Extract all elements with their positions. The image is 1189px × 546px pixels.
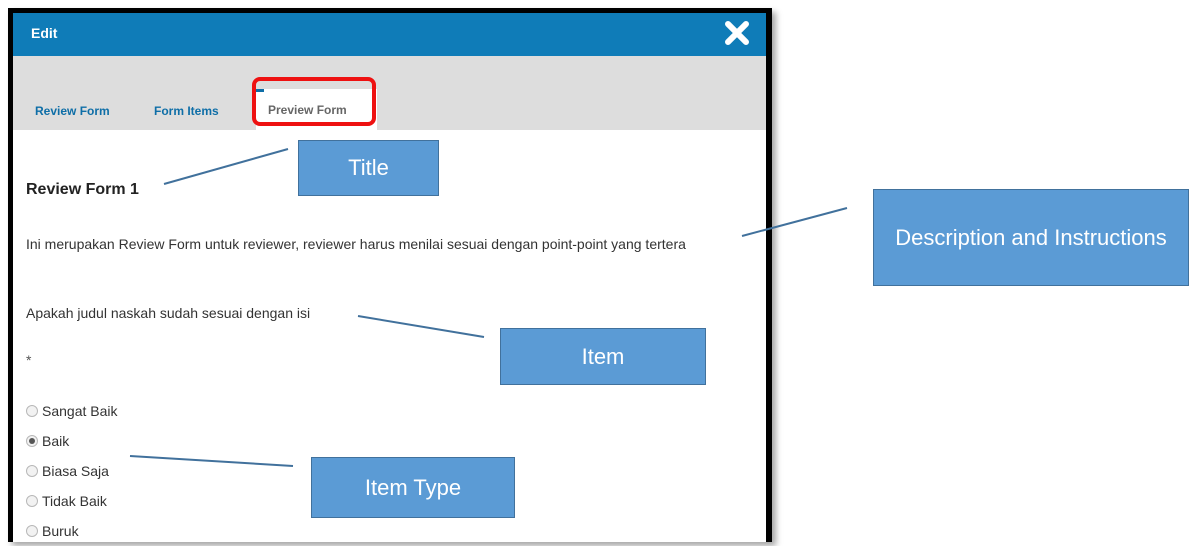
callout-item: Item — [500, 328, 706, 385]
callout-description: Description and Instructions — [873, 189, 1189, 286]
callout-title: Title — [298, 140, 439, 196]
callout-item-type: Item Type — [311, 457, 515, 518]
